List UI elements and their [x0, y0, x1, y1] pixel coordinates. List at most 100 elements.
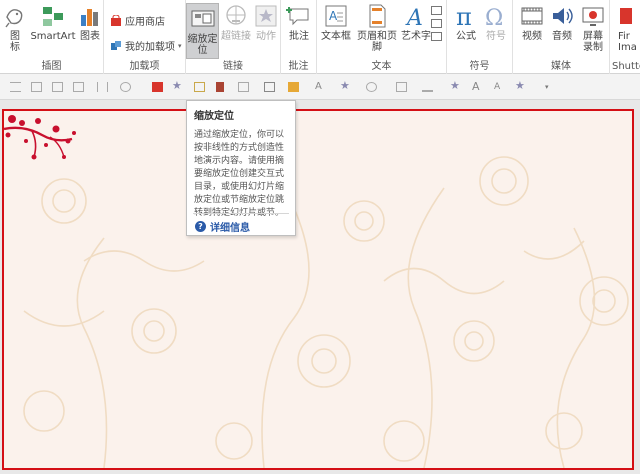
zoom-label-2: 位: [197, 45, 208, 56]
text-small-icons: [431, 6, 443, 41]
smartart-label: SmartArt: [30, 31, 76, 42]
zoom-button[interactable]: 缩放定 位: [186, 3, 219, 59]
star-icon[interactable]: ★: [172, 80, 183, 91]
shutter-label-1: Fir: [618, 31, 630, 42]
audio-icon: [549, 3, 575, 29]
star3-icon[interactable]: ★: [450, 80, 461, 91]
tooltip-link-label: 详细信息: [210, 223, 250, 234]
picture-icon[interactable]: [194, 82, 205, 92]
symbol-label: 符号: [486, 31, 506, 42]
comment-icon: [286, 3, 312, 29]
screen-recording-button[interactable]: 屏幕 录制: [579, 3, 607, 53]
slide-number-icon[interactable]: [431, 19, 442, 28]
pen-icon[interactable]: [422, 82, 433, 92]
symbol-button[interactable]: Ω 符号: [483, 3, 509, 42]
paint-icon[interactable]: [396, 82, 407, 92]
screen-rec-label-1: 屏幕: [583, 31, 603, 42]
group-text: A 文本框 页眉和页脚 A 艺术字 文本: [317, 0, 447, 74]
zoom-icon: [190, 6, 216, 32]
align-left-icon[interactable]: [10, 82, 21, 92]
print-icon[interactable]: [31, 82, 42, 92]
video-label: 视频: [522, 31, 542, 42]
shutter-button[interactable]: Fir Ima: [618, 3, 640, 53]
plum-blossom-ornament: [4, 115, 76, 160]
group-label-comments: 批注: [288, 61, 309, 72]
equation-label: 公式: [456, 31, 476, 42]
group-label-text: 文本: [371, 61, 392, 72]
icons-button[interactable]: 图 标: [2, 3, 28, 53]
group-illustrations: 图 标 SmartArt 图表 插图: [0, 0, 104, 74]
group-label-media: 媒体: [551, 61, 571, 72]
svg-text:A: A: [405, 6, 423, 29]
icons-icon: [2, 3, 28, 29]
textbox-label: 文本框: [321, 31, 351, 42]
slide-editor[interactable]: [0, 100, 640, 474]
tooltip-body: 通过缩放定位，你可以按非线性的方式创造性地演示内容。请使用摘要缩放定位创建交互式…: [194, 130, 285, 218]
wordart-button[interactable]: A 艺术字: [401, 3, 431, 42]
group-symbols: π 公式 Ω 符号 符号: [447, 0, 513, 74]
grid-icon[interactable]: [97, 82, 108, 92]
star2-icon[interactable]: ★: [340, 80, 351, 91]
my-addins-label: 我的加载项: [125, 42, 175, 53]
group-label-symbols: 符号: [469, 61, 490, 72]
icons-label-1: 图: [10, 31, 20, 42]
star4-icon[interactable]: ★: [515, 80, 526, 91]
zoom-label-1: 缩放定: [187, 34, 218, 45]
object-icon[interactable]: [431, 32, 442, 41]
video-button[interactable]: 视频: [519, 3, 545, 42]
hyperlink-label: 超链接: [221, 31, 251, 42]
tooltip-more-info-link[interactable]: ? 详细信息: [195, 219, 250, 234]
slide-canvas[interactable]: [2, 109, 634, 470]
audio-label: 音频: [552, 31, 572, 42]
action-button[interactable]: 动作: [253, 3, 279, 42]
store-button[interactable]: 应用商店: [110, 13, 165, 28]
wordart-icon: A: [403, 3, 429, 31]
equation-button[interactable]: π 公式: [453, 3, 479, 42]
hyperlink-button[interactable]: 超链接: [220, 3, 252, 42]
font-grow-icon[interactable]: A: [472, 81, 483, 92]
chart-label: 图表: [80, 31, 100, 42]
shapes-icon[interactable]: [120, 82, 131, 92]
font-shrink-icon[interactable]: A: [494, 82, 505, 92]
header-footer-label: 页眉和页脚: [357, 31, 397, 53]
group-label-shutter: Shutte: [612, 61, 640, 72]
svg-text:A: A: [329, 9, 338, 23]
omega-icon: Ω: [483, 3, 509, 31]
my-addins-button[interactable]: 我的加载项 ▾: [110, 38, 182, 53]
screen-recording-icon: [580, 3, 606, 29]
acrobat-icon[interactable]: [152, 82, 163, 92]
layers-icon[interactable]: [238, 82, 249, 92]
group-comments: 批注 批注: [281, 0, 317, 74]
fill-icon[interactable]: [288, 82, 299, 92]
smartart-button[interactable]: SmartArt: [30, 3, 76, 42]
header-footer-button[interactable]: 页眉和页脚: [353, 3, 401, 53]
group-label-addins: 加载项: [129, 61, 160, 72]
shutter-icon: [618, 3, 632, 29]
textbox-icon: A: [323, 3, 349, 29]
addins-icon: [111, 40, 121, 50]
date-time-icon[interactable]: [431, 6, 442, 15]
chart-button[interactable]: 图表: [78, 3, 102, 42]
store-label: 应用商店: [125, 17, 165, 28]
customize-icon[interactable]: ▾: [545, 82, 556, 92]
audio-button[interactable]: 音频: [549, 3, 575, 42]
shutter-label-2: Ima: [618, 42, 637, 53]
comment-button[interactable]: 批注: [286, 3, 312, 42]
slide-background-pattern: [23, 144, 629, 468]
textbox-small-icon[interactable]: [264, 82, 275, 92]
font-a-icon[interactable]: A: [315, 82, 326, 92]
layout-icon[interactable]: [52, 82, 63, 92]
comment-label: 批注: [289, 31, 309, 42]
page-icon[interactable]: [73, 82, 84, 92]
help-icon: ?: [195, 221, 206, 232]
equation-icon: π: [453, 3, 479, 31]
ribbon: 图 标 SmartArt 图表 插图 应用商店 我的加载项 ▾ 加载项 缩放定 …: [0, 0, 640, 74]
zoom-tooltip: 缩放定位 通过缩放定位，你可以按非线性的方式创造性地演示内容。请使用摘要缩放定位…: [186, 100, 296, 236]
group-addins: 应用商店 我的加载项 ▾ 加载项: [104, 0, 186, 74]
shapes2-icon[interactable]: [366, 82, 377, 92]
group-label-links: 链接: [223, 61, 243, 72]
textbox-button[interactable]: A 文本框: [319, 3, 353, 42]
svg-text:π: π: [456, 3, 472, 29]
hyperlink-icon: [223, 3, 249, 29]
animation-icon[interactable]: [216, 82, 224, 92]
